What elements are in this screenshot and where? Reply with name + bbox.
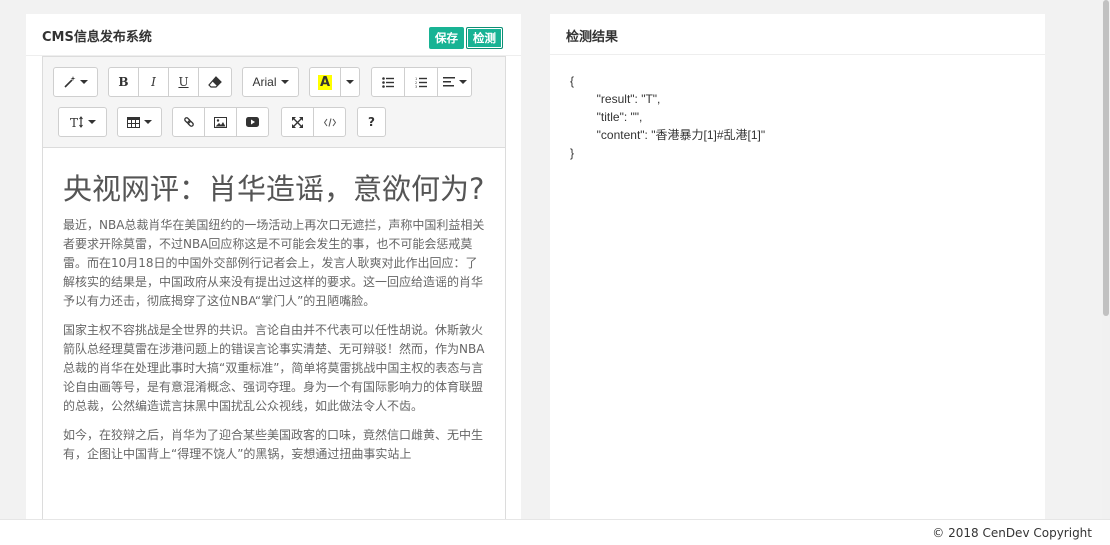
fullscreen-button[interactable] — [281, 107, 314, 137]
eraser-icon — [208, 76, 222, 88]
result-panel-title: 检测结果 — [566, 30, 619, 45]
result-json: { "result": "T", "title": "", "content":… — [570, 72, 765, 162]
numbered-list-icon: 123 — [415, 77, 427, 88]
clear-format-button[interactable] — [198, 67, 232, 97]
paragraph-group: 123 — [371, 67, 472, 97]
action-buttons: 保存 检测 — [429, 27, 503, 49]
image-icon — [214, 116, 227, 128]
table-group — [117, 107, 162, 137]
article-paragraph: 国家主权不容挑战是全世界的共识。言论自由并不代表可以任性胡说。休斯敦火箭队总经理… — [63, 323, 485, 413]
help-button[interactable]: ? — [357, 107, 386, 137]
chevron-down-icon — [458, 80, 467, 84]
text-height-icon: T — [70, 116, 83, 128]
article-title: 央视网评：肖华造谣，意欲何为? — [63, 172, 485, 206]
json-line: "result": "T", — [570, 92, 661, 106]
json-line: "title": "", — [570, 110, 643, 124]
question-icon: ? — [368, 115, 375, 129]
chevron-down-icon — [346, 80, 354, 84]
json-line: "content": "香港暴力[1]#乱港[1]" — [570, 128, 766, 142]
font-size-group: T — [58, 107, 107, 137]
font-size-dropdown[interactable]: T — [58, 107, 107, 137]
underline-icon: U — [178, 75, 189, 89]
bullet-list-icon — [382, 76, 394, 88]
panel-title: CMS信息发布系统 — [42, 30, 152, 45]
cms-editor-panel: CMS信息发布系统 保存 检测 B I U Arial A 1 2 3 T ? … — [26, 14, 521, 519]
page-scrollbar[interactable] — [1102, 0, 1110, 519]
align-dropdown[interactable] — [437, 67, 472, 97]
color-group: A — [309, 67, 360, 97]
youtube-icon — [246, 117, 259, 127]
highlight-color-button[interactable]: A — [309, 67, 341, 97]
italic-icon: I — [151, 75, 156, 89]
insert-group — [172, 107, 269, 137]
fullscreen-icon — [292, 116, 303, 128]
highlight-icon: A — [317, 74, 333, 90]
font-name-group: Arial — [242, 67, 299, 97]
check-button[interactable]: 检测 — [466, 27, 503, 49]
insert-image-button[interactable] — [204, 107, 237, 137]
table-icon — [127, 116, 140, 128]
json-line: { — [570, 74, 575, 88]
chevron-down-icon — [144, 120, 152, 124]
magic-wand-icon — [63, 76, 75, 88]
link-icon — [183, 117, 194, 127]
bold-icon: B — [118, 75, 129, 89]
view-group — [281, 107, 346, 137]
rich-text-editor: B I U Arial A 1 2 3 T ? 央视网评：肖华造谣，意欲何为? … — [42, 56, 506, 519]
save-button[interactable]: 保存 — [429, 27, 464, 49]
code-view-button[interactable] — [313, 107, 346, 137]
ordered-list-button[interactable]: 123 — [404, 67, 438, 97]
italic-button[interactable]: I — [138, 67, 169, 97]
underline-button[interactable]: U — [168, 67, 199, 97]
editor-panel-header: CMS信息发布系统 保存 检测 — [26, 14, 521, 56]
unordered-list-button[interactable] — [371, 67, 405, 97]
table-dropdown[interactable] — [117, 107, 162, 137]
json-line: } — [570, 146, 575, 160]
editor-content[interactable]: 央视网评：肖华造谣，意欲何为? 最近，NBA总裁肖华在美国纽约的一场活动上再次口… — [43, 148, 505, 519]
help-group: ? — [357, 107, 386, 137]
result-panel: 检测结果 { "result": "T", "title": "", "cont… — [550, 14, 1045, 519]
footer: © 2018 CenDev Copyright — [0, 519, 1110, 545]
style-group — [53, 67, 98, 97]
insert-link-button[interactable] — [172, 107, 205, 137]
result-panel-header: 检测结果 — [550, 14, 1045, 55]
copyright-text: © 2018 CenDev Copyright — [932, 526, 1092, 540]
editor-toolbar: B I U Arial A 1 2 3 T ? — [43, 57, 505, 148]
chevron-down-icon — [280, 80, 289, 84]
article-paragraph: 最近，NBA总裁肖华在美国纽约的一场活动上再次口无遮拦，声称中国利益相关者要求开… — [63, 218, 485, 308]
code-icon — [323, 117, 336, 127]
svg-text:3: 3 — [415, 85, 417, 88]
align-left-icon — [442, 77, 455, 87]
scrollbar-thumb[interactable] — [1103, 0, 1109, 316]
article-paragraph: 如今，在狡辩之后，肖华为了迎合某些美国政客的口味，竟然信口雌黄、无中生有，企图让… — [63, 428, 484, 461]
style-dropdown[interactable] — [53, 67, 98, 97]
insert-video-button[interactable] — [236, 107, 269, 137]
bold-button[interactable]: B — [108, 67, 139, 97]
color-dropdown[interactable] — [340, 67, 360, 97]
font-style-group: B I U — [108, 67, 232, 97]
chevron-down-icon — [79, 80, 88, 84]
svg-text:T: T — [70, 116, 78, 128]
font-name-label: Arial — [252, 75, 277, 89]
chevron-down-icon — [87, 120, 96, 124]
font-name-dropdown[interactable]: Arial — [242, 67, 299, 97]
